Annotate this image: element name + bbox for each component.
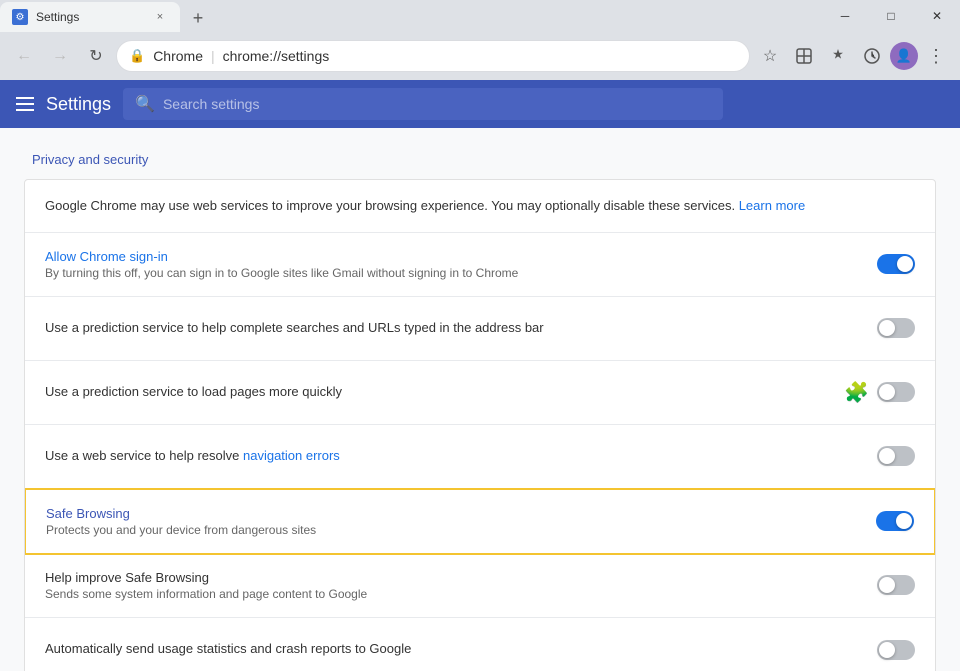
setting-row-navigation-errors: Use a web service to help resolve naviga… [25,425,935,489]
setting-text-prediction-pages: Use a prediction service to load pages m… [45,384,844,401]
settings-search-bar[interactable]: 🔍 [123,88,723,120]
setting-label-prediction-pages: Use a prediction service to load pages m… [45,384,844,399]
learn-more-link[interactable]: Learn more [739,198,805,213]
setting-label-help-safe-browsing: Help improve Safe Browsing [45,570,877,585]
setting-label-prediction-searches: Use a prediction service to help complet… [45,320,877,335]
setting-text-help-safe-browsing: Help improve Safe Browsing Sends some sy… [45,570,877,601]
reload-button[interactable]: ↻ [80,40,112,72]
window-controls: ─ □ ✕ [822,0,960,32]
profile-avatar[interactable]: 👤 [890,42,918,70]
maximize-button[interactable]: □ [868,0,914,32]
puzzle-icon: 🧩 [844,380,869,405]
address-bar[interactable]: 🔒 Chrome | chrome://settings [116,40,750,72]
toggle-help-safe-browsing[interactable] [877,575,915,595]
toggle-knob-help-safe-browsing [879,577,895,593]
info-row: Google Chrome may use web services to im… [25,180,935,233]
toggle-prediction-pages[interactable] [877,382,915,402]
new-tab-button[interactable]: + [184,4,212,32]
setting-desc-help-safe-browsing: Sends some system information and page c… [45,587,877,601]
main-content: Privacy and security Google Chrome may u… [0,128,960,671]
setting-text-navigation-errors: Use a web service to help resolve naviga… [45,448,877,465]
toggle-container-prediction-pages: 🧩 [844,380,915,405]
site-lock-icon: 🔒 [129,48,145,64]
setting-text-allow-signin: Allow Chrome sign-in By turning this off… [45,249,877,280]
titlebar: ⚙ Settings × + ─ □ ✕ [0,0,960,32]
setting-label-navigation-errors: Use a web service to help resolve naviga… [45,448,877,463]
setting-text-safe-browsing: Safe Browsing Protects you and your devi… [46,506,876,537]
menu-icon-button[interactable] [16,97,34,111]
forward-button[interactable]: → [44,40,76,72]
extension3-button[interactable] [856,40,888,72]
info-text: Google Chrome may use web services to im… [45,198,735,213]
toggle-knob-safe-browsing [896,513,912,529]
setting-row-prediction-searches: Use a prediction service to help complet… [25,297,935,361]
toggle-knob-usage-stats [879,642,895,658]
settings-page-title: Settings [46,94,111,115]
content-area: Privacy and security Google Chrome may u… [0,128,960,671]
toggle-usage-stats[interactable] [877,640,915,660]
active-tab[interactable]: ⚙ Settings × [0,2,180,32]
address-url: chrome://settings [223,48,330,64]
close-window-button[interactable]: ✕ [914,0,960,32]
toggle-knob-prediction-pages [879,384,895,400]
privacy-section-title: Privacy and security [0,152,960,167]
address-separator: | [211,48,215,64]
settings-header: Settings 🔍 [0,80,960,128]
setting-row-prediction-pages: Use a prediction service to load pages m… [25,361,935,425]
settings-search-input[interactable] [163,96,711,112]
privacy-settings-card: Google Chrome may use web services to im… [24,179,936,671]
search-icon: 🔍 [135,94,155,114]
tab-title: Settings [36,10,79,24]
tab-favicon: ⚙ [12,9,28,25]
setting-desc-allow-signin: By turning this off, you can sign in to … [45,266,877,280]
setting-text-prediction-searches: Use a prediction service to help complet… [45,320,877,337]
browser-toolbar: ← → ↻ 🔒 Chrome | chrome://settings ☆ 👤 ⋮ [0,32,960,80]
navigation-errors-link[interactable]: navigation errors [243,448,340,463]
setting-row-help-safe-browsing: Help improve Safe Browsing Sends some sy… [25,554,935,618]
toggle-knob-allow-signin [897,256,913,272]
minimize-button[interactable]: ─ [822,0,868,32]
toggle-knob-prediction-searches [879,320,895,336]
toggle-prediction-searches[interactable] [877,318,915,338]
toggle-allow-signin[interactable] [877,254,915,274]
setting-row-usage-stats: Automatically send usage statistics and … [25,618,935,671]
setting-label-usage-stats: Automatically send usage statistics and … [45,641,877,656]
extension1-button[interactable] [788,40,820,72]
toggle-knob-navigation-errors [879,448,895,464]
setting-row-allow-signin: Allow Chrome sign-in By turning this off… [25,233,935,297]
setting-desc-safe-browsing: Protects you and your device from danger… [46,523,876,537]
toolbar-actions: ☆ 👤 ⋮ [754,40,952,72]
toggle-navigation-errors[interactable] [877,446,915,466]
more-options-button[interactable]: ⋮ [920,40,952,72]
setting-text-usage-stats: Automatically send usage statistics and … [45,641,877,658]
titlebar-tabs: ⚙ Settings × + [0,0,212,32]
back-button[interactable]: ← [8,40,40,72]
setting-row-safe-browsing: Safe Browsing Protects you and your devi… [24,488,936,555]
close-tab-button[interactable]: × [152,9,168,25]
bookmark-button[interactable]: ☆ [754,40,786,72]
toggle-safe-browsing[interactable] [876,511,914,531]
address-site-name: Chrome [153,48,203,64]
setting-label-allow-signin: Allow Chrome sign-in [45,249,877,264]
setting-label-safe-browsing: Safe Browsing [46,506,876,521]
extension2-button[interactable] [822,40,854,72]
